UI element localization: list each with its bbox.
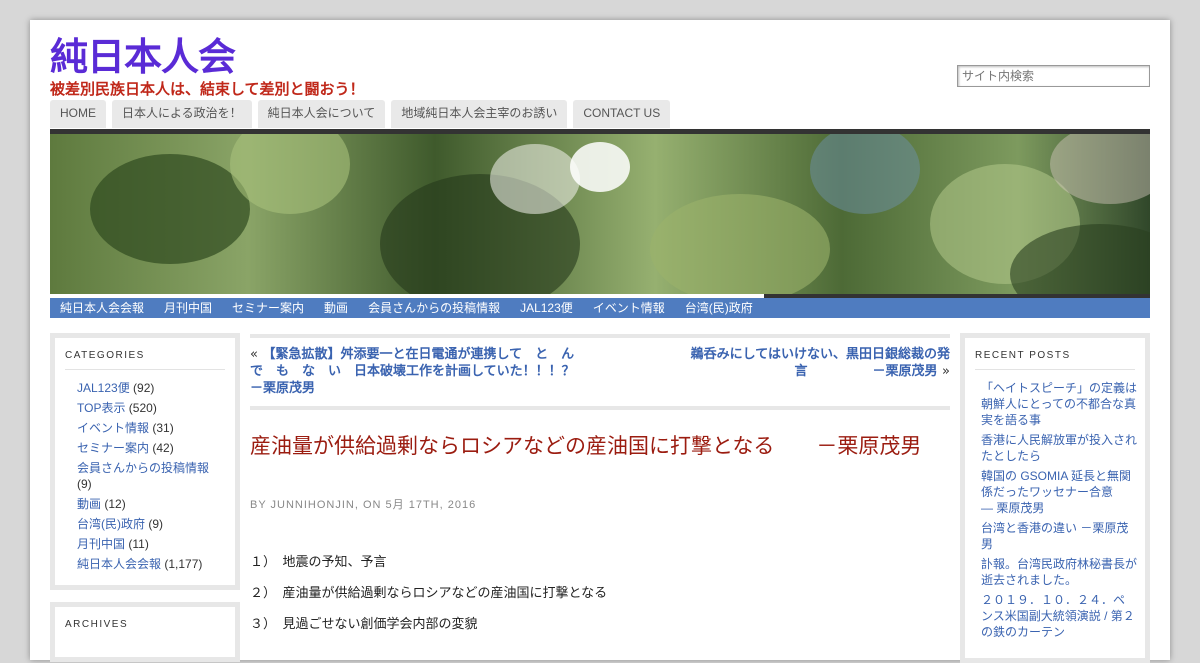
category-link[interactable]: 動画 bbox=[77, 497, 101, 511]
recent-post-link[interactable]: 韓国の GSOMIA 延長と無関係だったワッセナー合意 — 栗原茂男 bbox=[981, 469, 1161, 515]
recent-post-link[interactable]: 訃報。台湾民政府林秘書長が逝去されました。 bbox=[981, 557, 1137, 587]
site-tagline: 被差別民族日本人は、結束して差別と闘おう！ bbox=[50, 80, 365, 98]
recent-posts-widget: RECENT POSTS 「ヘイトスピーチ」の定義は朝鮮人にとっての不都合な真実… bbox=[960, 333, 1161, 663]
list-item: 台湾と香港の違い －栗原茂男 bbox=[981, 520, 1137, 552]
list-item: 「ヘイトスピーチ」の定義は朝鮮人にとっての不都合な真実を語る事 bbox=[981, 380, 1137, 428]
top-nav-about[interactable]: 純日本人会について bbox=[257, 100, 386, 128]
next-post-title[interactable]: 鵜呑みにしてはいけない、黒田日銀総裁の発言 －栗原茂男 bbox=[691, 347, 950, 379]
post-line: １） 地震の予知、予言 bbox=[250, 555, 387, 570]
cat-nav-events[interactable]: イベント情報 bbox=[583, 298, 675, 318]
categories-title: CATEGORIES bbox=[65, 350, 225, 370]
list-item: セミナー案内 (42) bbox=[77, 441, 174, 455]
top-nav: HOME 日本人による政治を！ 純日本人会について 地域純日本人会主宰のお誘い … bbox=[50, 100, 671, 128]
category-link[interactable]: 純日本人会会報 bbox=[77, 557, 161, 571]
cat-nav-member-posts[interactable]: 会員さんからの投稿情報 bbox=[358, 298, 510, 318]
post-line: ３） 見過ごせない創価学会内部の変貌 bbox=[250, 617, 478, 632]
recent-post-link[interactable]: 「ヘイトスピーチ」の定義は朝鮮人にとっての不都合な真実を語る事 bbox=[981, 381, 1137, 427]
top-nav-politics[interactable]: 日本人による政治を！ bbox=[112, 100, 252, 128]
cat-nav-monthly-china[interactable]: 月刊中国 bbox=[154, 298, 222, 318]
archives-widget: ARCHIVES bbox=[50, 602, 240, 662]
search-input[interactable] bbox=[957, 65, 1150, 87]
post-meta: BY JUNNIHONJIN, ON 5月 17TH, 2016 bbox=[250, 499, 477, 511]
top-nav-contact[interactable]: CONTACT US bbox=[573, 100, 671, 128]
list-item: 動画 (12) bbox=[77, 497, 126, 511]
list-item: 純日本人会会報 (1,177) bbox=[77, 557, 203, 571]
cat-nav-jal123[interactable]: JAL123便 bbox=[510, 298, 583, 318]
post-line: ２） 産油量が供給過剰ならロシアなどの産油国に打撃となる bbox=[250, 586, 608, 601]
next-post-link[interactable]: 鵜呑みにしてはいけない、黒田日銀総裁の発言 －栗原茂男 » bbox=[680, 346, 950, 380]
category-link[interactable]: イベント情報 bbox=[77, 421, 149, 435]
categories-widget: CATEGORIES JAL123便 (92) TOP表示 (520) イベント… bbox=[50, 333, 240, 590]
cat-nav-newsletter[interactable]: 純日本人会会報 bbox=[50, 298, 154, 318]
list-item: 訃報。台湾民政府林秘書長が逝去されました。 bbox=[981, 556, 1137, 588]
prev-post-title[interactable]: 【緊急拡散】舛添要一と在日電通が連携して と ん で も な い 日本破壊工作を… bbox=[250, 347, 627, 396]
next-arrow-icon: » bbox=[942, 364, 950, 379]
category-link[interactable]: セミナー案内 bbox=[77, 441, 149, 455]
category-link[interactable]: TOP表示 bbox=[77, 401, 125, 415]
recent-posts-title: RECENT POSTS bbox=[975, 350, 1135, 370]
top-nav-invite[interactable]: 地域純日本人会主宰のお誘い bbox=[391, 100, 568, 128]
list-item: イベント情報 (31) bbox=[77, 421, 174, 435]
list-item: TOP表示 (520) bbox=[77, 401, 157, 415]
list-item: ２０１９．１０．２４．ペンス米国副大統領演説 / 第２の鉄のカーテン bbox=[981, 592, 1137, 640]
recent-post-link[interactable]: 台湾と香港の違い －栗原茂男 bbox=[981, 521, 1128, 551]
prev-post-link[interactable]: « 【緊急拡散】舛添要一と在日電通が連携して と ん で も な い 日本破壊工… bbox=[250, 346, 627, 397]
top-nav-home[interactable]: HOME bbox=[50, 100, 106, 128]
recent-post-link[interactable]: 香港に人民解放軍が投入されたとしたら bbox=[981, 433, 1137, 463]
category-link[interactable]: 月刊中国 bbox=[77, 537, 125, 551]
list-item: 香港に人民解放軍が投入されたとしたら bbox=[981, 432, 1137, 464]
cat-nav-video[interactable]: 動画 bbox=[314, 298, 358, 318]
category-link[interactable]: 会員さんからの投稿情報 bbox=[77, 461, 209, 475]
category-link[interactable]: JAL123便 bbox=[77, 381, 130, 395]
post-title: 産油量が供給過剰ならロシアなどの産油国に打撃となる －栗原茂男 bbox=[250, 434, 922, 458]
site-title[interactable]: 純日本人会 bbox=[50, 34, 236, 80]
cat-nav-seminar[interactable]: セミナー案内 bbox=[222, 298, 314, 318]
recent-posts-list: 「ヘイトスピーチ」の定義は朝鮮人にとっての不都合な真実を語る事 香港に人民解放軍… bbox=[965, 380, 1161, 640]
post-body: １） 地震の予知、予言 ２） 産油量が供給過剰ならロシアなどの産油国に打撃となる… bbox=[250, 554, 950, 647]
list-item: JAL123便 (92) bbox=[77, 381, 155, 395]
page: 純日本人会 被差別民族日本人は、結束して差別と闘おう！ HOME 日本人による政… bbox=[30, 20, 1170, 663]
list-item: 会員さんからの投稿情報 (9) bbox=[77, 461, 210, 491]
header-banner-image bbox=[50, 134, 1150, 294]
cat-nav-taiwan[interactable]: 台湾(民)政府 bbox=[675, 298, 763, 318]
recent-post-link[interactable]: ２０１９．１０．２４．ペンス米国副大統領演説 / 第２の鉄のカーテン bbox=[981, 593, 1135, 639]
list-item: 月刊中国 (11) bbox=[77, 537, 149, 551]
prev-arrow-icon: « bbox=[250, 347, 258, 362]
list-item: 韓国の GSOMIA 延長と無関係だったワッセナー合意 — 栗原茂男 bbox=[981, 468, 1161, 516]
list-item: 台湾(民)政府 (9) bbox=[77, 517, 164, 531]
categories-list: JAL123便 (92) TOP表示 (520) イベント情報 (31) セミナ… bbox=[55, 380, 235, 572]
archives-title: ARCHIVES bbox=[65, 619, 129, 630]
post-navigation: « 【緊急拡散】舛添要一と在日電通が連携して と ん で も な い 日本破壊工… bbox=[250, 334, 950, 410]
category-link[interactable]: 台湾(民)政府 bbox=[77, 517, 145, 531]
category-nav: 純日本人会会報 月刊中国 セミナー案内 動画 会員さんからの投稿情報 JAL12… bbox=[50, 298, 1150, 318]
